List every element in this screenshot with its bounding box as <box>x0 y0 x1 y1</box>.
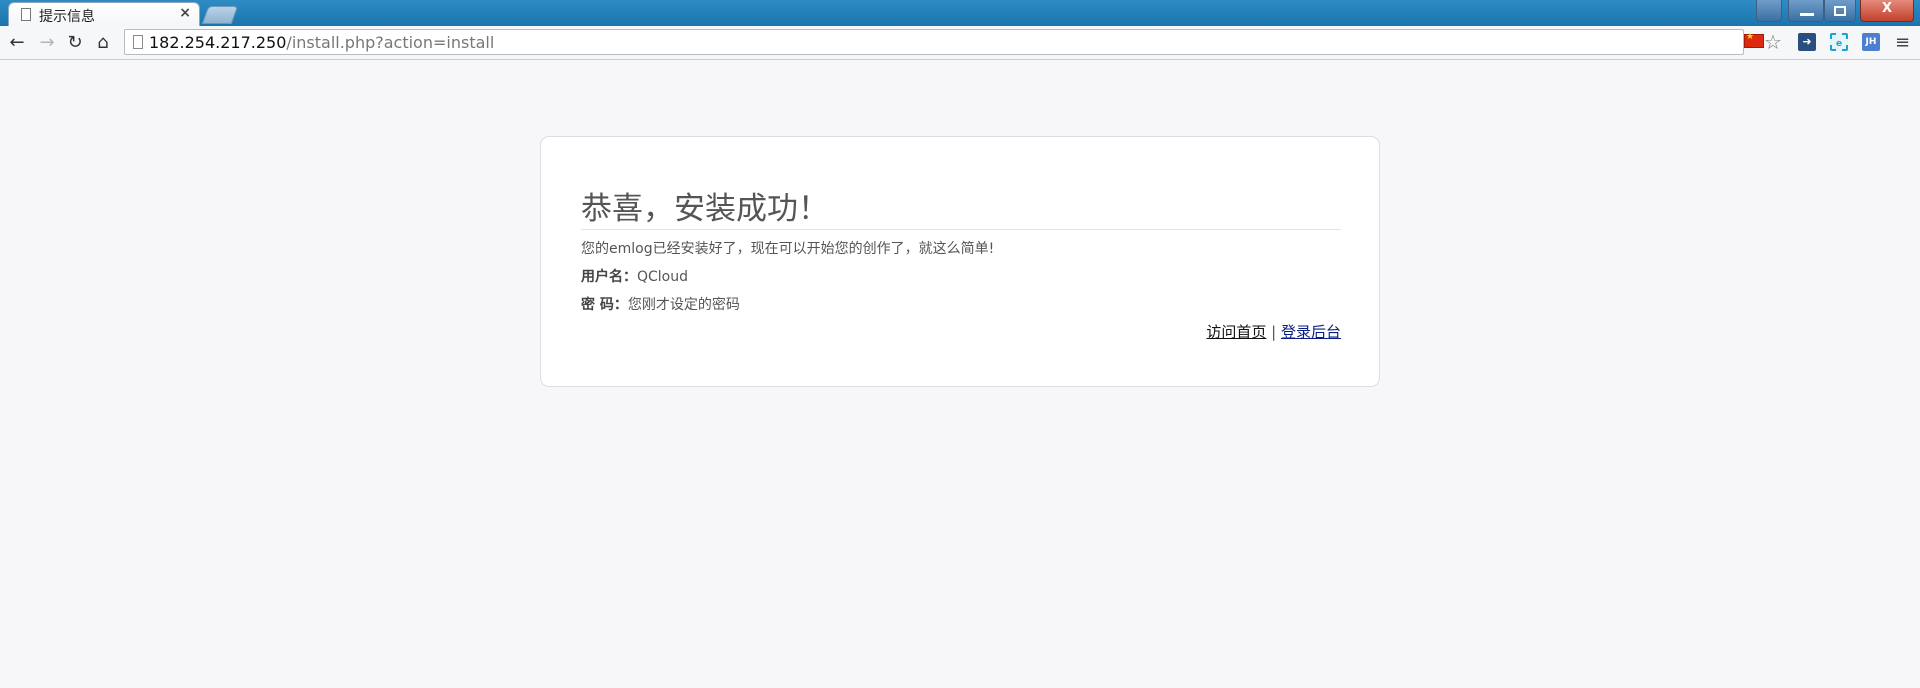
tab-title: 提示信息 <box>39 9 95 25</box>
minimize-button[interactable] <box>1788 0 1824 22</box>
title-divider <box>581 229 1341 230</box>
link-separator: | <box>1266 323 1281 341</box>
username-row: 用户名：QCloud <box>581 266 688 286</box>
extension-jh-icon[interactable]: JH <box>1862 33 1880 51</box>
username-label: 用户名： <box>581 269 637 285</box>
page-icon <box>21 8 31 21</box>
reload-button[interactable]: ↻ <box>64 32 86 54</box>
window-titlebar: 提示信息 × X <box>0 0 1920 26</box>
extension-arrow-icon[interactable] <box>1798 33 1816 51</box>
browser-tab[interactable]: 提示信息 × <box>8 2 200 26</box>
page-info-icon <box>133 35 143 49</box>
china-flag-icon[interactable] <box>1744 32 1764 48</box>
success-message: 您的emlog已经安装好了，现在可以开始您的创作了，就这么简单! <box>581 241 995 257</box>
back-button[interactable]: ← <box>6 32 28 54</box>
maximize-button[interactable] <box>1824 0 1856 22</box>
visit-home-link[interactable]: 访问首页 <box>1206 323 1266 341</box>
browser-toolbar: ← → ↻ ⌂ 182.254.217.250/install.php?acti… <box>0 26 1920 60</box>
url-host: 182.254.217.250 <box>149 33 287 52</box>
profile-button[interactable] <box>1756 0 1782 22</box>
bookmark-star-icon[interactable]: ☆ <box>1764 30 1782 54</box>
close-icon: X <box>1881 1 1893 16</box>
admin-login-link[interactable]: 登录后台 <box>1281 323 1341 341</box>
extension-screenshot-icon[interactable]: e <box>1830 33 1848 51</box>
forward-button[interactable]: → <box>36 32 58 54</box>
new-tab-button[interactable] <box>201 6 239 24</box>
address-bar[interactable]: 182.254.217.250/install.php?action=insta… <box>124 29 1744 55</box>
url-text: 182.254.217.250/install.php?action=insta… <box>149 33 494 52</box>
close-window-button[interactable]: X <box>1860 0 1914 22</box>
password-value: 您刚才设定的密码 <box>627 297 740 313</box>
password-row: 密 码：您刚才设定的密码 <box>581 294 740 314</box>
action-links: 访问首页 | 登录后台 <box>1206 321 1341 342</box>
username-value: QCloud <box>637 269 689 285</box>
url-path: /install.php?action=install <box>286 33 495 52</box>
menu-icon[interactable]: ≡ <box>1895 32 1910 53</box>
install-success-card: 恭喜，安装成功！ 您的emlog已经安装好了，现在可以开始您的创作了，就这么简单… <box>540 136 1380 387</box>
home-button[interactable]: ⌂ <box>92 32 114 54</box>
password-label: 密 码： <box>581 297 628 313</box>
page-title: 恭喜，安装成功！ <box>581 191 829 227</box>
tab-close-icon[interactable]: × <box>179 5 191 21</box>
